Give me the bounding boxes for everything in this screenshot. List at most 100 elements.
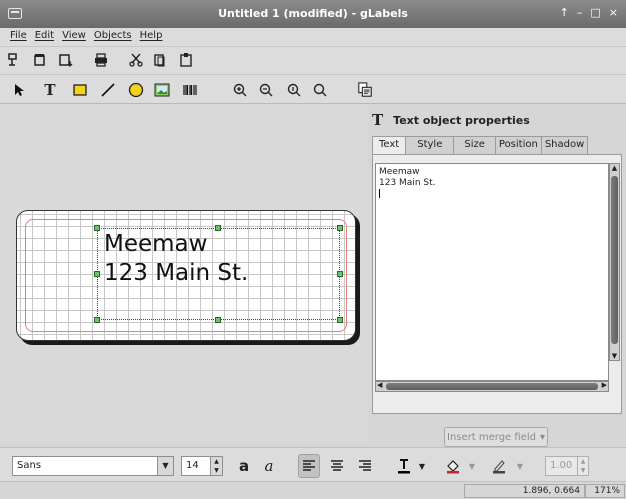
window-title: Untitled 1 (modified) - gLabels [218, 7, 408, 20]
minimize-button[interactable]: – [577, 6, 583, 19]
menubar: File Edit View Objects Help [0, 28, 626, 46]
drawing-toolbar: T [0, 74, 626, 104]
ellipse-tool-icon[interactable] [126, 80, 146, 100]
menu-view[interactable]: View [58, 28, 90, 46]
text-entry-line-1: Meemaw [379, 167, 420, 177]
scroll-down-icon[interactable]: ▼ [610, 352, 619, 360]
cursor-position: 1.896, 0.664 [464, 484, 585, 498]
resize-handle-sw[interactable] [94, 317, 100, 323]
image-tool-icon[interactable] [152, 80, 172, 100]
resize-handle-w[interactable] [94, 271, 100, 277]
insert-merge-field-label: Insert merge field [447, 431, 536, 443]
text-caret [379, 189, 380, 198]
text-color-button[interactable] [393, 454, 415, 478]
resize-handle-n[interactable] [215, 225, 221, 231]
align-left-icon [303, 460, 315, 471]
bold-button[interactable]: a [233, 454, 255, 478]
zoom-1to1-icon[interactable] [284, 80, 304, 100]
text-color-icon [398, 459, 410, 474]
tab-position[interactable]: Position [494, 136, 542, 155]
zoom-fit-icon[interactable] [310, 80, 330, 100]
menu-objects[interactable]: Objects [90, 28, 136, 46]
panel-header: T Text object properties [372, 111, 530, 129]
window-controls: ↑ – □ × [560, 6, 618, 19]
cut-icon[interactable] [126, 50, 146, 70]
file-toolbar [0, 46, 626, 74]
text-horizontal-scrollbar[interactable]: ◀ ▶ [375, 381, 609, 392]
print-icon[interactable] [91, 50, 111, 70]
close-button[interactable]: × [609, 6, 618, 19]
text-entry-line-2: 123 Main St. [379, 178, 436, 188]
font-family-select[interactable]: Sans ▼ [12, 456, 174, 476]
align-right-button[interactable] [354, 454, 376, 478]
keep-above-button[interactable]: ↑ [560, 6, 569, 19]
text-vertical-scrollbar[interactable]: ▲ ▼ [609, 163, 620, 361]
copy-icon[interactable] [150, 50, 170, 70]
text-entry-area[interactable]: Meemaw 123 Main St. [375, 163, 609, 381]
fill-color-button[interactable] [442, 454, 464, 478]
zoom-in-icon[interactable] [230, 80, 250, 100]
box-tool-icon[interactable] [70, 80, 90, 100]
resize-handle-se[interactable] [337, 317, 343, 323]
chevron-down-icon[interactable]: ▼ [514, 454, 526, 478]
label-text-line-2: 123 Main St. [104, 260, 249, 286]
text-tool-icon[interactable]: T [40, 80, 60, 100]
merge-properties-icon[interactable] [354, 79, 376, 101]
text-format-toolbar: Sans ▼ 14 ▲ ▼ a a ▼ ▼ ▼ 1.00 ▲ ▼ [0, 447, 626, 481]
label-sheet[interactable]: Meemaw 123 Main St. [16, 210, 356, 341]
tab-text[interactable]: Text [372, 136, 407, 156]
spin-arrows-icon[interactable]: ▲ ▼ [210, 457, 222, 475]
vertical-scroll-thumb[interactable] [611, 176, 618, 344]
line-tool-icon[interactable] [98, 80, 118, 100]
status-bar: 1.896, 0.664 171% [0, 481, 626, 499]
menu-file[interactable]: File [6, 28, 31, 46]
tab-shadow[interactable]: Shadow [540, 136, 589, 155]
new-icon[interactable] [4, 50, 24, 70]
line-color-button[interactable] [488, 454, 510, 478]
resize-handle-s[interactable] [215, 317, 221, 323]
text-object[interactable]: Meemaw 123 Main St. [97, 228, 340, 320]
font-size-spinner[interactable]: 14 ▲ ▼ [181, 456, 223, 476]
menu-help[interactable]: Help [136, 28, 167, 46]
align-right-icon [359, 460, 371, 471]
chevron-down-icon: ▾ [539, 431, 545, 443]
chevron-down-icon[interactable]: ▼ [416, 454, 428, 478]
menu-edit[interactable]: Edit [31, 28, 58, 46]
barcode-tool-icon[interactable] [180, 80, 200, 100]
paste-icon[interactable] [176, 50, 196, 70]
insert-merge-field-button[interactable]: Insert merge field ▾ [444, 427, 548, 447]
panel-title: Text object properties [393, 113, 530, 127]
scroll-right-icon[interactable]: ▶ [602, 381, 607, 389]
object-properties-panel: T Text object properties Text Style Size… [368, 105, 626, 447]
open-icon[interactable] [30, 50, 50, 70]
align-left-button[interactable] [298, 454, 320, 478]
scroll-up-icon[interactable]: ▲ [610, 164, 619, 172]
text-tab-content: Meemaw 123 Main St. ▲ ▼ ◀ ▶ Insert merge… [372, 154, 622, 447]
resize-handle-nw[interactable] [94, 225, 100, 231]
resize-handle-e[interactable] [337, 271, 343, 277]
tab-size[interactable]: Size [453, 136, 496, 155]
align-center-button[interactable] [326, 454, 348, 478]
pencil-icon [493, 460, 505, 474]
scroll-left-icon[interactable]: ◀ [377, 381, 382, 389]
font-size-value: 14 [186, 460, 199, 471]
property-tabs: Text Style Size Position Shadow [368, 136, 589, 156]
line-width-spinner[interactable]: 1.00 ▲ ▼ [545, 456, 589, 476]
chevron-down-icon[interactable]: ▼ [466, 454, 478, 478]
align-center-icon [331, 460, 343, 471]
tab-style[interactable]: Style [405, 136, 455, 155]
maximize-button[interactable]: □ [590, 6, 600, 19]
font-family-value: Sans [17, 460, 42, 471]
italic-button[interactable]: a [258, 454, 280, 478]
chevron-down-icon[interactable]: ▼ [157, 457, 173, 475]
zoom-out-icon[interactable] [256, 80, 276, 100]
spin-arrows-icon[interactable]: ▲ ▼ [577, 457, 588, 475]
text-object-icon: T [372, 111, 384, 129]
zoom-level: 171% [585, 484, 625, 498]
save-icon[interactable] [56, 50, 76, 70]
label-text-line-1: Meemaw [104, 231, 208, 257]
label-canvas[interactable]: Meemaw 123 Main St. [0, 105, 368, 442]
resize-handle-ne[interactable] [337, 225, 343, 231]
horizontal-scroll-thumb[interactable] [386, 383, 598, 390]
arrow-icon[interactable] [8, 80, 28, 100]
